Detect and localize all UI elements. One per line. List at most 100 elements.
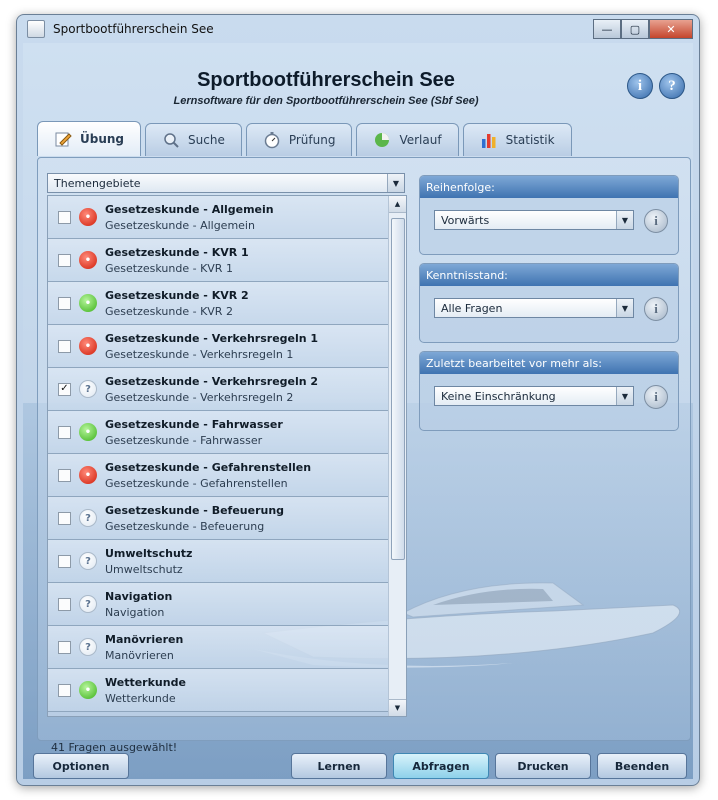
topic-checkbox[interactable] <box>58 640 71 654</box>
pencil-paper-icon <box>55 132 72 147</box>
last-edited-select[interactable]: Keine Einschränkung ▼ <box>434 386 634 406</box>
sad-face-status-icon: • <box>79 251 97 269</box>
tab-statistik[interactable]: Statistik <box>462 123 572 156</box>
topic-text: Gesetzeskunde - Verkehrsregeln 2 Gesetzes… <box>105 375 318 404</box>
tab-verlauf[interactable]: Verlauf <box>356 123 459 156</box>
topic-title: Gesetzeskunde - KVR 2 <box>105 288 249 302</box>
query-button[interactable]: Abfragen <box>393 753 489 779</box>
order-label: Reihenfolge: <box>420 176 678 198</box>
topic-checkbox[interactable] <box>58 554 71 568</box>
scroll-up-icon[interactable]: ▲ <box>389 196 406 213</box>
knowledge-value: Alle Fragen <box>441 301 503 315</box>
topic-checkbox[interactable] <box>58 339 71 353</box>
topic-row[interactable]: • Gesetzeskunde - Fahrwasser Gesetzeskunde… <box>48 411 388 454</box>
client-area: Sportbootführerschein See Lernsoftware f… <box>23 43 693 779</box>
options-button[interactable]: Optionen <box>33 753 129 779</box>
topic-row[interactable]: • Gesetzeskunde - Gefahrenstellen Gesetzes… <box>48 454 388 497</box>
knowledge-group: Kenntnisstand: Alle Fragen ▼ i <box>419 263 679 343</box>
tab-suche[interactable]: Suche <box>145 123 242 156</box>
topic-checkbox[interactable]: ✓ <box>58 382 71 396</box>
topic-row[interactable]: ? Gesetzeskunde - Befeuerung Gesetzeskunde… <box>48 497 388 540</box>
last-edited-value: Keine Einschränkung <box>441 389 556 403</box>
close-icon: ✕ <box>666 22 676 36</box>
print-button[interactable]: Drucken <box>495 753 591 779</box>
close-button[interactable]: ✕ <box>649 19 693 39</box>
magnifier-icon <box>164 133 179 148</box>
topic-row[interactable]: ? Umweltschutz Umweltschutz <box>48 540 388 583</box>
topic-checkbox[interactable] <box>58 683 71 697</box>
last-edited-info-icon[interactable]: i <box>644 385 668 409</box>
tab-pruefung[interactable]: Prüfung <box>245 123 353 156</box>
topic-subtitle: Umweltschutz <box>105 562 183 576</box>
topic-row[interactable]: ? Navigation Navigation <box>48 583 388 626</box>
knowledge-select[interactable]: Alle Fragen ▼ <box>434 298 634 318</box>
sad-face-status-icon: • <box>79 466 97 484</box>
topic-subtitle: Gesetzeskunde - Verkehrsregeln 2 <box>105 390 294 404</box>
topic-subtitle: Gesetzeskunde - Gefahrenstellen <box>105 476 288 490</box>
topic-subtitle: Gesetzeskunde - KVR 2 <box>105 304 233 318</box>
app-subtitle: Lernsoftware für den Sportbootführersche… <box>173 95 479 107</box>
title-bar[interactable]: Sportbootführerschein See — ▢ ✕ <box>17 15 699 43</box>
topic-checkbox[interactable] <box>58 511 71 525</box>
topic-row[interactable]: • Gesetzeskunde - KVR 2 Gesetzeskunde - KV… <box>48 282 388 325</box>
learn-button[interactable]: Lernen <box>291 753 387 779</box>
maximize-icon: ▢ <box>629 22 641 36</box>
topic-row[interactable]: • Wetterkunde Wetterkunde <box>48 669 388 712</box>
topic-subtitle: Wetterkunde <box>105 691 176 705</box>
order-select[interactable]: Vorwärts ▼ <box>434 210 634 230</box>
topic-checkbox[interactable] <box>58 468 71 482</box>
scroll-thumb[interactable] <box>391 218 405 560</box>
topics-scrollbar[interactable]: ▲ ▼ <box>388 196 406 716</box>
scroll-down-icon[interactable]: ▼ <box>389 699 406 716</box>
chevron-down-icon[interactable]: ▼ <box>387 174 404 192</box>
topic-title: Gesetzeskunde - Fahrwasser <box>105 417 283 431</box>
topic-subtitle: Manövrieren <box>105 648 174 662</box>
topic-title: Gesetzeskunde - KVR 1 <box>105 245 249 259</box>
minimize-icon: — <box>601 22 613 36</box>
topic-checkbox[interactable] <box>58 253 71 267</box>
chevron-down-icon[interactable]: ▼ <box>616 211 633 229</box>
topic-title: Manövrieren <box>105 632 184 646</box>
topic-checkbox[interactable] <box>58 210 71 224</box>
happy-face-status-icon: • <box>79 681 97 699</box>
topics-combo-value: Themengebiete <box>54 176 141 190</box>
topic-text: Umweltschutz Umweltschutz <box>105 547 192 576</box>
topic-subtitle: Gesetzeskunde - Befeuerung <box>105 519 265 533</box>
topic-row[interactable]: • Gesetzeskunde - Allgemein Gesetzeskunde … <box>48 196 388 239</box>
minimize-button[interactable]: — <box>593 19 621 39</box>
topic-row[interactable]: • Gesetzeskunde - KVR 1 Gesetzeskunde - KV… <box>48 239 388 282</box>
question-bubble-icon: ? <box>79 595 97 613</box>
order-info-icon[interactable]: i <box>644 209 668 233</box>
topic-row[interactable]: ✓? Gesetzeskunde - Verkehrsregeln 2 Gesetz… <box>48 368 388 411</box>
tab-uebung[interactable]: Übung <box>37 121 142 156</box>
topic-checkbox[interactable] <box>58 296 71 310</box>
last-edited-group: Zuletzt bearbeitet vor mehr als: Keine E… <box>419 351 679 431</box>
maximize-button[interactable]: ▢ <box>621 19 649 39</box>
chevron-down-icon[interactable]: ▼ <box>616 299 633 317</box>
tab-label: Suche <box>188 133 225 147</box>
order-group: Reihenfolge: Vorwärts ▼ i <box>419 175 679 255</box>
help-icon[interactable]: ? <box>659 73 685 99</box>
chevron-down-icon[interactable]: ▼ <box>616 387 633 405</box>
knowledge-info-icon[interactable]: i <box>644 297 668 321</box>
window-controls: — ▢ ✕ <box>593 19 693 39</box>
topic-title: Gesetzeskunde - Gefahrenstellen <box>105 460 312 474</box>
topic-row[interactable]: ? Manövrieren Manövrieren <box>48 626 388 669</box>
exit-button[interactable]: Beenden <box>597 753 687 779</box>
tab-bar: Übung Suche Prüfung Verlauf Statistik <box>37 121 572 156</box>
topic-row[interactable]: • Gesetzeskunde - Verkehrsregeln 1 Gesetze… <box>48 325 388 368</box>
knowledge-label: Kenntnisstand: <box>420 264 678 286</box>
question-bubble-icon: ? <box>79 638 97 656</box>
topics-combo[interactable]: Themengebiete ▼ <box>47 173 405 193</box>
topic-checkbox[interactable] <box>58 597 71 611</box>
happy-face-status-icon: • <box>79 294 97 312</box>
topic-text: Navigation Navigation <box>105 590 172 619</box>
topic-subtitle: Gesetzeskunde - KVR 1 <box>105 261 233 275</box>
header-icons: i ? <box>627 73 685 99</box>
topics-list[interactable]: • Gesetzeskunde - Allgemein Gesetzeskunde … <box>47 195 407 717</box>
info-icon[interactable]: i <box>627 73 653 99</box>
topic-text: Gesetzeskunde - Allgemein Gesetzeskunde -… <box>105 203 274 232</box>
topic-checkbox[interactable] <box>58 425 71 439</box>
sad-face-status-icon: • <box>79 208 97 226</box>
topic-title: Gesetzeskunde - Allgemein <box>105 202 274 216</box>
